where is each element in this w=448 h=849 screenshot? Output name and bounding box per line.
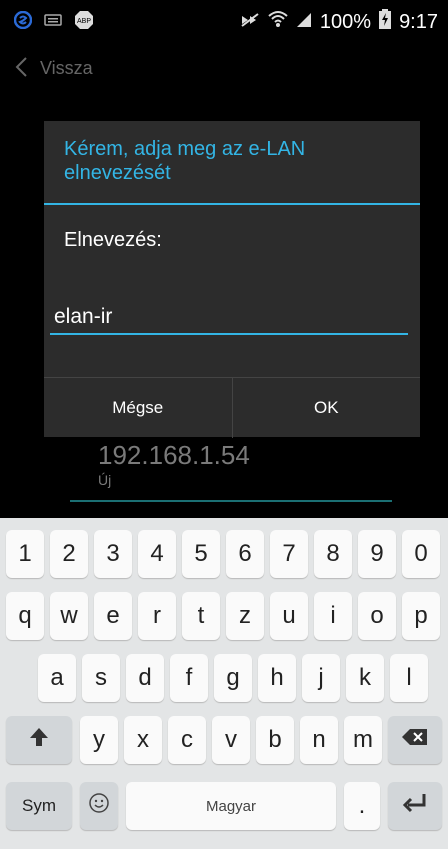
key-i[interactable]: i bbox=[314, 592, 352, 640]
key-o[interactable]: o bbox=[358, 592, 396, 640]
key-j[interactable]: j bbox=[302, 654, 340, 702]
letter-row-2: a s d f g h j k l bbox=[0, 654, 448, 704]
key-2[interactable]: 2 bbox=[50, 530, 88, 578]
key-y[interactable]: y bbox=[80, 716, 118, 764]
key-e[interactable]: e bbox=[94, 592, 132, 640]
key-h[interactable]: h bbox=[258, 654, 296, 702]
key-d[interactable]: d bbox=[126, 654, 164, 702]
key-s[interactable]: s bbox=[82, 654, 120, 702]
mute-icon bbox=[240, 11, 260, 34]
letter-row-3: y x c v b n m bbox=[0, 716, 448, 766]
sym-key[interactable]: Sym bbox=[6, 782, 72, 830]
clock: 9:17 bbox=[399, 10, 438, 33]
key-l[interactable]: l bbox=[390, 654, 428, 702]
key-a[interactable]: a bbox=[38, 654, 76, 702]
name-input[interactable] bbox=[50, 301, 408, 335]
enter-arrow-icon bbox=[402, 792, 428, 821]
battery-icon bbox=[379, 9, 392, 35]
keyboard-icon bbox=[44, 13, 62, 32]
key-7[interactable]: 7 bbox=[270, 530, 308, 578]
key-4[interactable]: 4 bbox=[138, 530, 176, 578]
app-bar: Vissza bbox=[0, 42, 448, 94]
back-chevron-icon[interactable] bbox=[14, 56, 28, 84]
key-g[interactable]: g bbox=[214, 654, 252, 702]
device-ip: 192.168.1.54 bbox=[98, 440, 250, 470]
key-k[interactable]: k bbox=[346, 654, 384, 702]
adblock-icon: ABP bbox=[74, 10, 94, 35]
key-q[interactable]: q bbox=[6, 592, 44, 640]
number-row: 1 2 3 4 5 6 7 8 9 0 bbox=[0, 530, 448, 580]
key-3[interactable]: 3 bbox=[94, 530, 132, 578]
key-u[interactable]: u bbox=[270, 592, 308, 640]
svg-text:ABP: ABP bbox=[77, 18, 91, 25]
dialog-title-divider bbox=[44, 203, 420, 205]
ok-button[interactable]: OK bbox=[231, 378, 421, 438]
bottom-row: Sym Magyar . bbox=[0, 782, 448, 832]
name-field-label: Elnevezés: bbox=[64, 229, 162, 251]
soft-keyboard: 1 2 3 4 5 6 7 8 9 0 q w e r t z u i o p … bbox=[0, 518, 448, 849]
key-c[interactable]: c bbox=[168, 716, 206, 764]
key-f[interactable]: f bbox=[170, 654, 208, 702]
dialog-title: Kérem, adja meg az e-LAN elnevezését bbox=[64, 138, 306, 184]
key-9[interactable]: 9 bbox=[358, 530, 396, 578]
key-n[interactable]: n bbox=[300, 716, 338, 764]
key-5[interactable]: 5 bbox=[182, 530, 220, 578]
key-m[interactable]: m bbox=[344, 716, 382, 764]
key-8[interactable]: 8 bbox=[314, 530, 352, 578]
signal-icon bbox=[296, 11, 312, 34]
key-0[interactable]: 0 bbox=[402, 530, 440, 578]
key-x[interactable]: x bbox=[124, 716, 162, 764]
shift-key[interactable] bbox=[6, 716, 72, 764]
emoji-key[interactable] bbox=[80, 782, 118, 830]
key-6[interactable]: 6 bbox=[226, 530, 264, 578]
battery-percent: 100% bbox=[319, 10, 372, 33]
name-dialog: Kérem, adja meg az e-LAN elnevezését Eln… bbox=[44, 121, 420, 438]
shift-arrow-icon bbox=[28, 726, 50, 755]
key-1[interactable]: 1 bbox=[6, 530, 44, 578]
period-key[interactable]: . bbox=[344, 782, 380, 830]
wifi-icon bbox=[268, 10, 288, 34]
key-v[interactable]: v bbox=[212, 716, 250, 764]
cancel-button[interactable]: Mégse bbox=[44, 378, 232, 438]
enter-key[interactable] bbox=[388, 782, 442, 830]
back-button[interactable]: Vissza bbox=[40, 58, 93, 79]
backspace-key[interactable] bbox=[388, 716, 442, 764]
dialog-button-row: Mégse OK bbox=[44, 377, 420, 438]
s-app-icon bbox=[13, 10, 33, 34]
backspace-icon bbox=[401, 726, 429, 754]
key-r[interactable]: r bbox=[138, 592, 176, 640]
device-subtitle: Új bbox=[98, 472, 112, 488]
key-p[interactable]: p bbox=[402, 592, 440, 640]
space-key[interactable]: Magyar bbox=[126, 782, 336, 830]
key-w[interactable]: w bbox=[50, 592, 88, 640]
smiley-icon bbox=[87, 791, 111, 822]
key-z[interactable]: z bbox=[226, 592, 264, 640]
letter-row-1: q w e r t z u i o p bbox=[0, 592, 448, 642]
key-b[interactable]: b bbox=[256, 716, 294, 764]
key-t[interactable]: t bbox=[182, 592, 220, 640]
status-bar: ABP 100% 9:17 bbox=[0, 0, 448, 40]
field-underline bbox=[70, 500, 392, 502]
